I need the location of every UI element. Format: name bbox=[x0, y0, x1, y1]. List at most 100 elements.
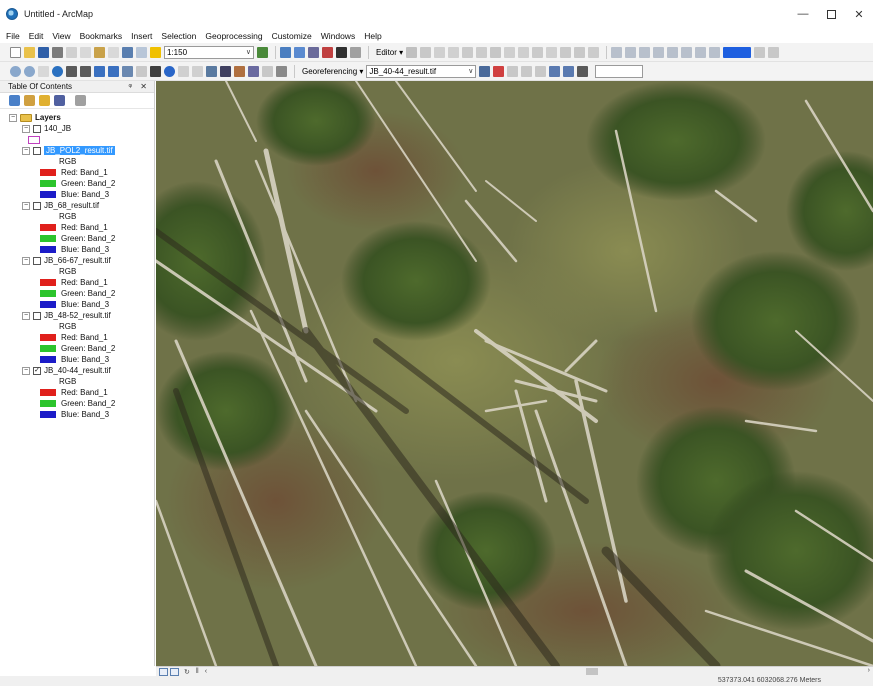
layer-row-140-jb[interactable]: − 140_JB bbox=[0, 123, 154, 134]
identify-icon[interactable] bbox=[164, 65, 175, 77]
forward-arrow-icon[interactable] bbox=[108, 65, 119, 77]
close-button[interactable]: ✕ bbox=[845, 0, 873, 28]
layer-visibility-checkbox[interactable] bbox=[33, 201, 41, 210]
edit-tool-icon[interactable] bbox=[406, 46, 418, 58]
polygon-symbol-swatch[interactable] bbox=[28, 135, 40, 144]
collapse-icon[interactable]: − bbox=[22, 146, 30, 155]
blue-band-swatch[interactable] bbox=[40, 411, 56, 418]
menu-insert[interactable]: Insert bbox=[131, 31, 152, 41]
georef-tool-icon[interactable] bbox=[639, 46, 651, 58]
create-viewer-window-icon[interactable] bbox=[276, 65, 287, 77]
red-band-swatch[interactable] bbox=[40, 224, 56, 231]
collapse-icon[interactable]: − bbox=[22, 201, 30, 210]
green-band-swatch[interactable] bbox=[40, 290, 56, 297]
georef-tool-icon[interactable] bbox=[709, 46, 721, 58]
edit-annotation-icon[interactable] bbox=[420, 46, 432, 58]
menu-bookmarks[interactable]: Bookmarks bbox=[80, 31, 123, 41]
red-band-swatch[interactable] bbox=[40, 169, 56, 176]
layers-root-row[interactable]: − Layers bbox=[0, 112, 154, 123]
list-by-selection-icon[interactable] bbox=[54, 95, 65, 106]
python-window-icon[interactable] bbox=[336, 46, 347, 58]
cut-polygons-icon[interactable] bbox=[518, 46, 530, 58]
select-by-rectangle-icon[interactable] bbox=[122, 65, 133, 77]
clear-selection-icon[interactable] bbox=[136, 65, 147, 77]
search-window-icon[interactable] bbox=[308, 46, 319, 58]
select-elements-icon[interactable] bbox=[150, 65, 161, 77]
georef-layer-combo[interactable]: JB_40-44_result.tif ∨ bbox=[366, 64, 477, 78]
back-arrow-icon[interactable] bbox=[94, 65, 105, 77]
point-icon[interactable] bbox=[476, 46, 488, 58]
edit-vertices-icon[interactable] bbox=[490, 46, 502, 58]
layer-row-jb-40-44[interactable]: − ✓ JB_40-44_result.tif bbox=[0, 365, 154, 376]
pan-hand-icon[interactable] bbox=[38, 65, 49, 77]
maximize-button[interactable] bbox=[817, 0, 845, 28]
layout-view-button[interactable] bbox=[170, 667, 179, 676]
new-document-icon[interactable] bbox=[10, 46, 21, 58]
options-icon[interactable] bbox=[75, 95, 86, 106]
red-band-swatch[interactable] bbox=[40, 279, 56, 286]
create-features-icon[interactable] bbox=[588, 46, 600, 58]
dropdown-icon[interactable] bbox=[754, 46, 766, 58]
shift-icon[interactable] bbox=[507, 65, 519, 77]
fixed-zoom-out-icon[interactable] bbox=[80, 65, 91, 77]
full-extent-globe-icon[interactable] bbox=[52, 65, 63, 77]
layer-visibility-checkbox[interactable] bbox=[33, 146, 41, 155]
green-band-swatch[interactable] bbox=[40, 345, 56, 352]
scroll-right-icon[interactable]: › bbox=[868, 667, 870, 674]
scroll-left-icon[interactable]: ‹ bbox=[205, 668, 207, 675]
layer-row-jb-pol2[interactable]: − JB_POL2_result.tif bbox=[0, 145, 154, 156]
find-binoculars-icon[interactable] bbox=[220, 65, 231, 77]
toc-pin-close-controls[interactable]: ᵠ ✕ bbox=[129, 82, 150, 91]
split-icon[interactable] bbox=[532, 46, 544, 58]
horizontal-scrollbar-thumb[interactable] bbox=[586, 668, 598, 675]
html-popup-icon[interactable] bbox=[192, 65, 203, 77]
layer-visibility-checkbox[interactable] bbox=[33, 256, 41, 265]
green-band-swatch[interactable] bbox=[40, 235, 56, 242]
minimize-button[interactable]: — bbox=[789, 0, 817, 28]
layer-row-jb-66-67[interactable]: − JB_66-67_result.tif bbox=[0, 255, 154, 266]
blue-band-swatch[interactable] bbox=[40, 191, 56, 198]
collapse-icon[interactable]: − bbox=[22, 124, 30, 133]
straight-segment-icon[interactable] bbox=[434, 46, 446, 58]
undo-icon[interactable] bbox=[122, 46, 133, 58]
layer-visibility-checkbox[interactable] bbox=[33, 311, 41, 320]
georef-tool-icon[interactable] bbox=[653, 46, 665, 58]
copy-icon[interactable] bbox=[80, 46, 91, 58]
rotation-angle-input[interactable] bbox=[595, 64, 644, 78]
add-data-icon[interactable] bbox=[150, 46, 161, 58]
pause-icon[interactable]: ‖ bbox=[196, 668, 199, 675]
end-point-arc-icon[interactable] bbox=[448, 46, 460, 58]
menu-help[interactable]: Help bbox=[364, 31, 381, 41]
blue-band-swatch[interactable] bbox=[40, 246, 56, 253]
go-to-xy-icon[interactable] bbox=[248, 65, 259, 77]
layer-row-jb-68[interactable]: − JB_68_result.tif bbox=[0, 200, 154, 211]
blue-band-swatch[interactable] bbox=[40, 301, 56, 308]
list-by-source-icon[interactable] bbox=[24, 95, 35, 106]
fixed-zoom-in-icon[interactable] bbox=[66, 65, 77, 77]
menu-geoprocessing[interactable]: Geoprocessing bbox=[205, 31, 262, 41]
cut-icon[interactable] bbox=[66, 46, 77, 58]
redo-icon[interactable] bbox=[136, 46, 147, 58]
georef-tool-icon[interactable] bbox=[695, 46, 707, 58]
refresh-icon[interactable]: ↻ bbox=[184, 668, 190, 676]
menu-selection[interactable]: Selection bbox=[161, 31, 196, 41]
editor-menu[interactable]: Editor ▾ bbox=[376, 48, 403, 57]
rotate-tool-icon[interactable] bbox=[577, 65, 589, 77]
table-of-contents-icon[interactable] bbox=[280, 46, 291, 58]
rotate-raster-icon[interactable] bbox=[479, 65, 491, 77]
model-builder-icon[interactable] bbox=[350, 46, 361, 58]
layer-row-jb-48-52[interactable]: − JB_48-52_result.tif bbox=[0, 310, 154, 321]
hyperlink-icon[interactable] bbox=[178, 65, 189, 77]
list-by-visibility-icon[interactable] bbox=[39, 95, 50, 106]
open-folder-icon[interactable] bbox=[24, 46, 35, 58]
blue-band-swatch[interactable] bbox=[40, 356, 56, 363]
measure-icon[interactable] bbox=[206, 65, 217, 77]
layer-visibility-checkbox-checked[interactable]: ✓ bbox=[33, 366, 41, 375]
add-control-points-icon[interactable] bbox=[493, 65, 505, 77]
trace-icon[interactable] bbox=[462, 46, 474, 58]
collapse-icon[interactable]: − bbox=[22, 256, 30, 265]
editor-toolbar-icon[interactable] bbox=[257, 46, 268, 58]
reshape-icon[interactable] bbox=[504, 46, 516, 58]
data-view-button[interactable] bbox=[159, 667, 168, 676]
layer-visibility-checkbox[interactable] bbox=[33, 124, 41, 133]
